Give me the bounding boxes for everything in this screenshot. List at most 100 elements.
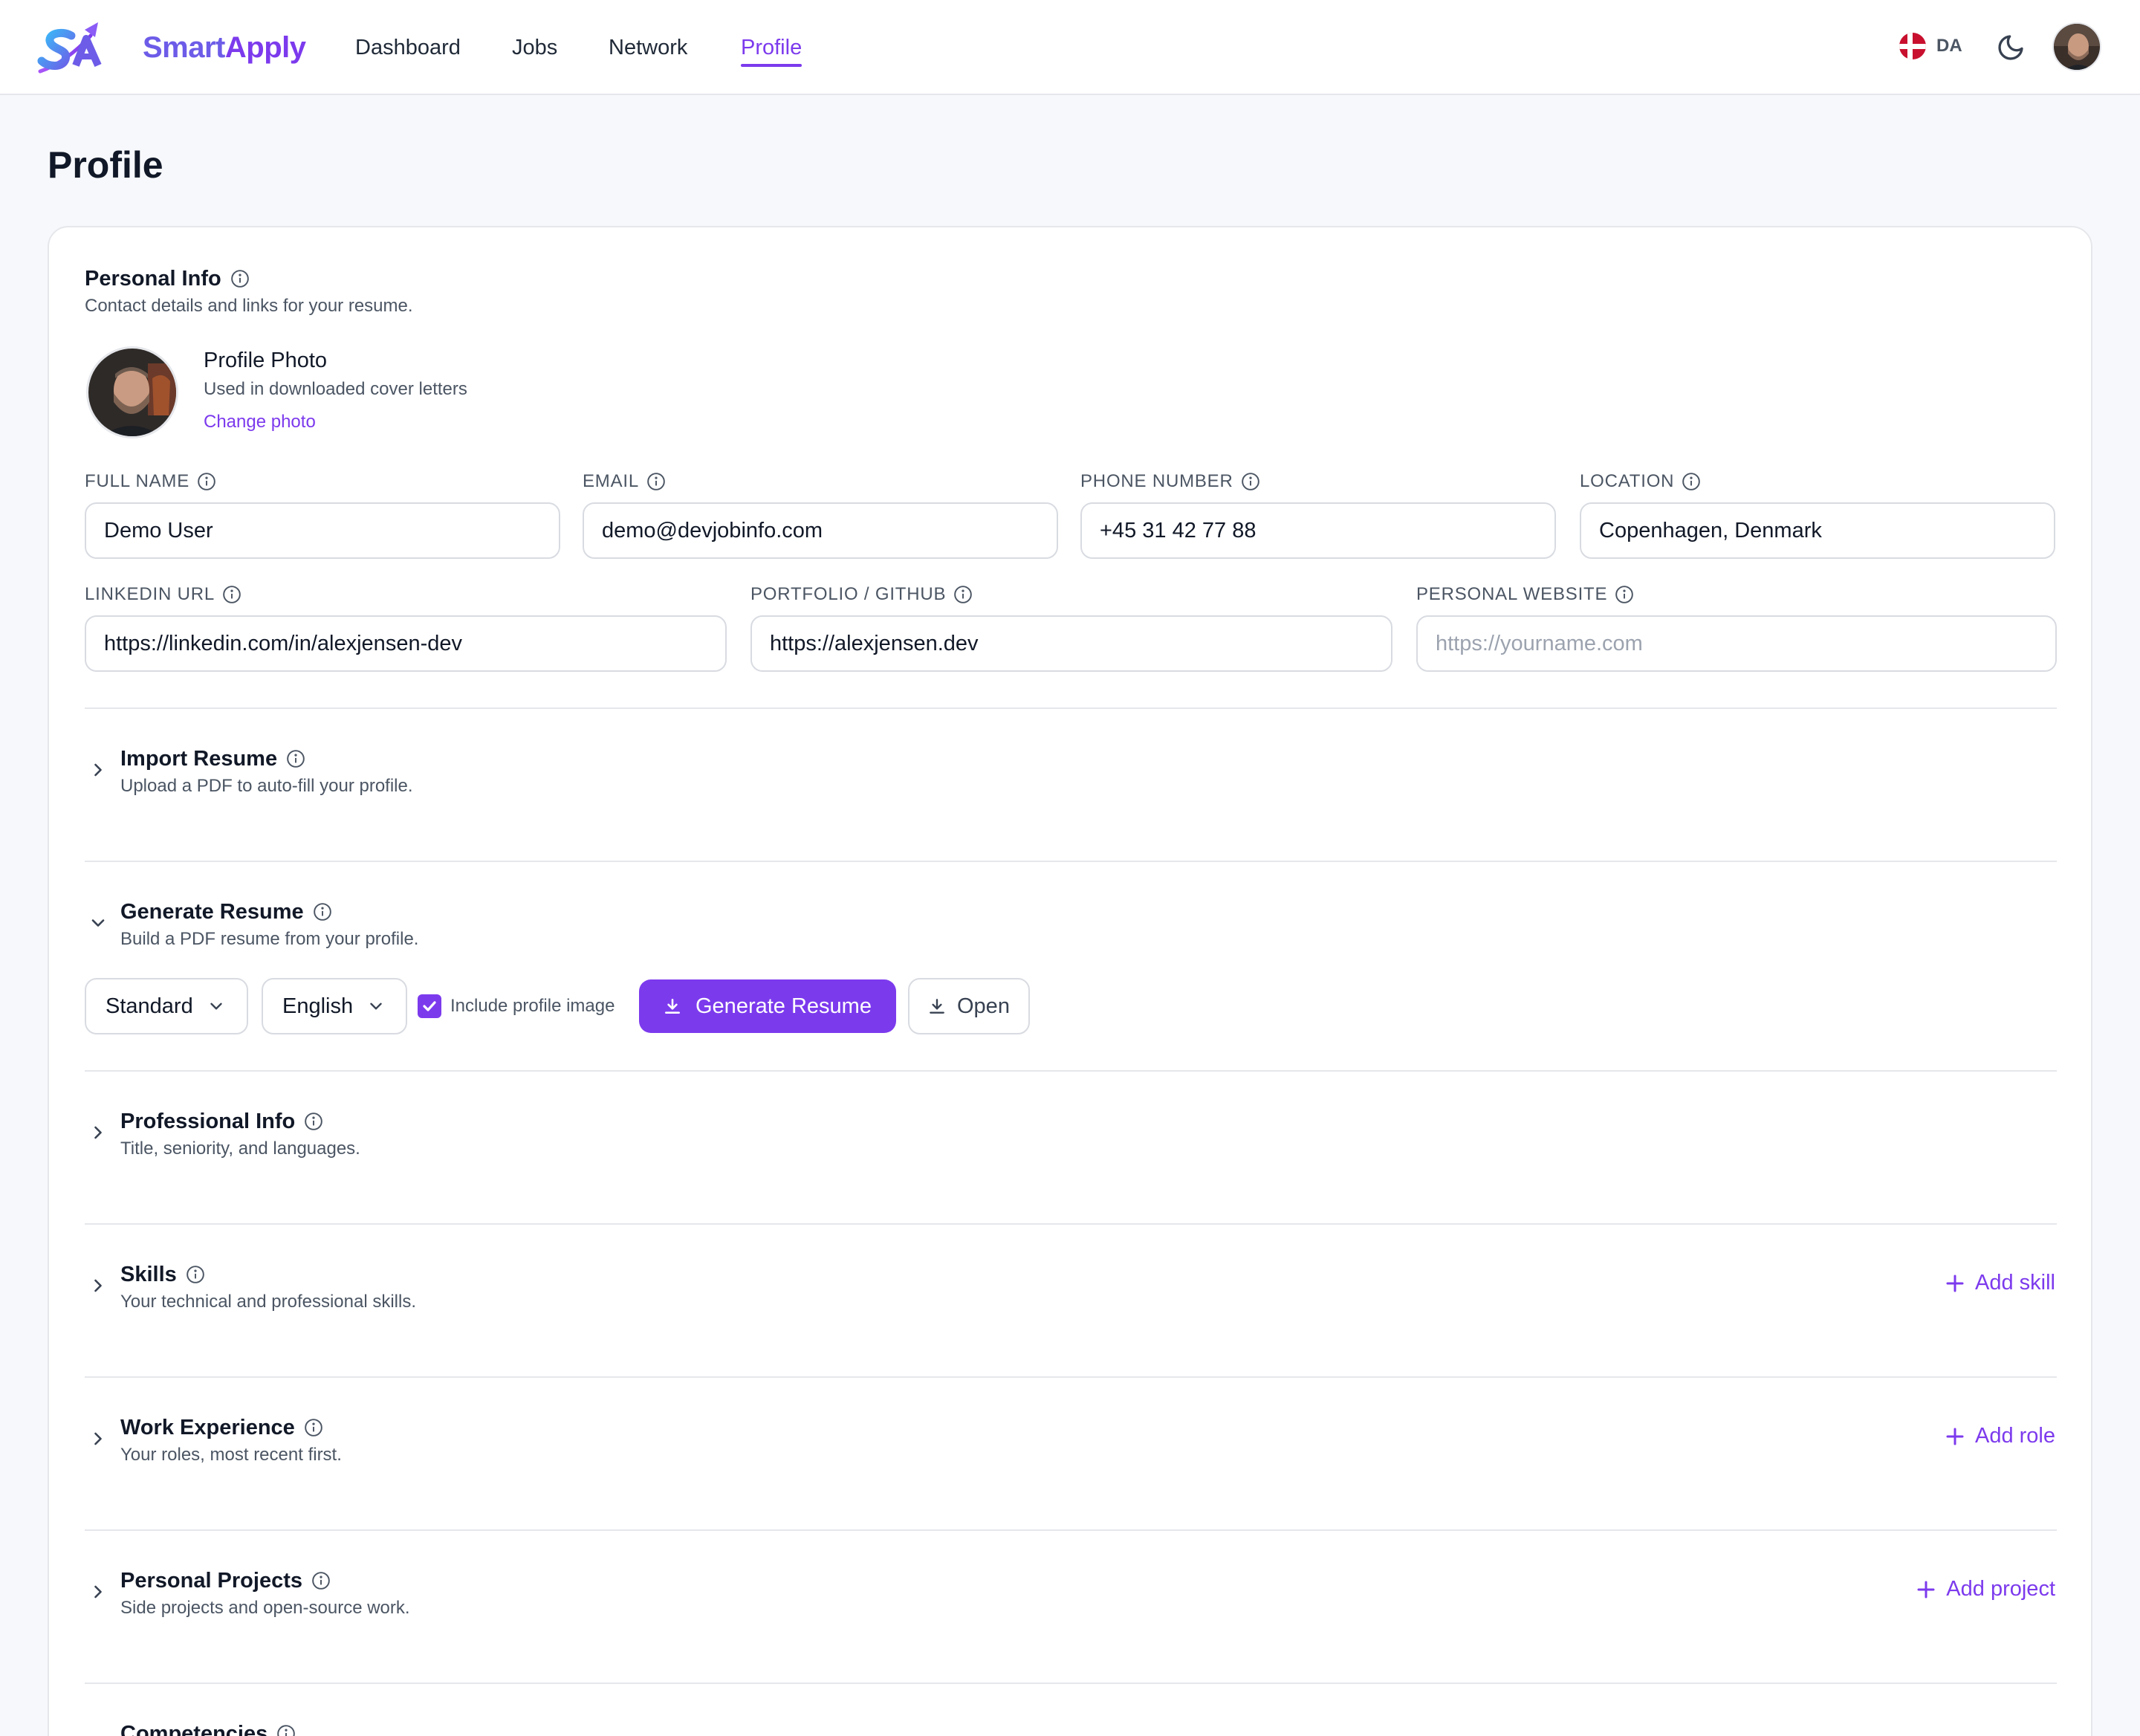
phone-input[interactable]	[1080, 502, 1556, 559]
info-icon[interactable]	[276, 1724, 296, 1736]
add-project-label: Add project	[1946, 1577, 2055, 1601]
full-name-label: FULL NAME	[85, 470, 216, 493]
open-resume-button[interactable]: Open	[908, 978, 1030, 1034]
professional-info-subtitle: Title, seniority, and languages.	[120, 1139, 360, 1159]
check-icon	[423, 1001, 436, 1011]
linkedin-input[interactable]	[85, 615, 727, 672]
moon-icon[interactable]	[1996, 33, 2026, 62]
add-skill-button[interactable]: Add skill	[1944, 1271, 2055, 1295]
info-icon[interactable]	[1241, 472, 1260, 491]
work-experience-title[interactable]: Work Experience	[120, 1413, 323, 1442]
competencies-title-text: Competencies	[120, 1722, 268, 1736]
chevron-down-icon	[210, 1003, 222, 1010]
website-input[interactable]	[1416, 615, 2057, 672]
nav-network[interactable]: Network	[609, 33, 687, 62]
add-project-button[interactable]: Add project	[1915, 1577, 2055, 1601]
nav-dashboard[interactable]: Dashboard	[355, 33, 461, 62]
portfolio-input[interactable]	[750, 615, 1392, 672]
info-icon[interactable]	[304, 1112, 323, 1131]
info-icon[interactable]	[1682, 472, 1701, 491]
profile-card: Personal Info Contact details and links …	[48, 226, 2092, 1736]
info-icon[interactable]	[646, 472, 666, 491]
website-label-text: PERSONAL WEBSITE	[1416, 584, 1608, 604]
add-skill-label: Add skill	[1975, 1271, 2055, 1295]
plus-icon	[1917, 1581, 1935, 1598]
top-navbar: SmartApply Dashboard Jobs Network Profil…	[0, 0, 2140, 95]
info-icon[interactable]	[1615, 585, 1634, 604]
chevron-right-icon[interactable]	[88, 1122, 108, 1143]
full-name-label-text: FULL NAME	[85, 471, 190, 491]
generate-resume-button-label: Generate Resume	[696, 994, 872, 1018]
chevron-right-icon[interactable]	[88, 1275, 108, 1296]
chevron-right-icon[interactable]	[88, 1428, 108, 1449]
info-icon[interactable]	[953, 585, 973, 604]
chevron-right-icon[interactable]	[88, 760, 108, 780]
include-image-label[interactable]: Include profile image	[450, 994, 615, 1018]
competencies-title[interactable]: Competencies	[120, 1720, 296, 1736]
generate-resume-title[interactable]: Generate Resume	[120, 898, 332, 926]
language-switcher[interactable]: DA	[1899, 33, 1962, 59]
full-name-input[interactable]	[85, 502, 560, 559]
include-image-checkbox[interactable]	[418, 994, 441, 1018]
info-icon[interactable]	[304, 1418, 323, 1437]
work-experience-title-text: Work Experience	[120, 1416, 295, 1439]
personal-info-title: Personal Info	[85, 265, 250, 293]
website-label: PERSONAL WEBSITE	[1416, 583, 1634, 606]
phone-label-text: PHONE NUMBER	[1080, 471, 1233, 491]
info-icon[interactable]	[186, 1265, 205, 1284]
info-icon[interactable]	[230, 269, 250, 288]
page-title: Profile	[48, 144, 163, 186]
linkedin-label: LINKEDIN URL	[85, 583, 241, 606]
email-input[interactable]	[583, 502, 1058, 559]
info-icon[interactable]	[197, 472, 216, 491]
denmark-flag-icon	[1899, 33, 1926, 59]
import-resume-title[interactable]: Import Resume	[120, 745, 305, 773]
resume-language-select[interactable]: English	[262, 978, 407, 1034]
chevron-right-icon[interactable]	[88, 1581, 108, 1602]
location-label: LOCATION	[1580, 470, 1701, 493]
info-icon[interactable]	[222, 585, 241, 604]
personal-projects-title-text: Personal Projects	[120, 1569, 302, 1593]
personal-info-subtitle: Contact details and links for your resum…	[85, 296, 413, 316]
chevron-down-icon	[370, 1003, 382, 1010]
skills-subtitle: Your technical and professional skills.	[120, 1292, 417, 1312]
smartapply-logo-icon[interactable]	[36, 19, 125, 76]
import-resume-subtitle: Upload a PDF to auto-fill your profile.	[120, 776, 413, 796]
resume-language-value: English	[282, 994, 354, 1018]
download-icon	[930, 999, 944, 1014]
template-select-value: Standard	[106, 994, 193, 1018]
profile-photo-image-icon	[88, 349, 176, 436]
work-experience-subtitle: Your roles, most recent first.	[120, 1445, 342, 1465]
portfolio-label: PORTFOLIO / GITHUB	[750, 583, 973, 606]
add-role-button[interactable]: Add role	[1944, 1424, 2055, 1448]
brand-name-part2: Apply	[224, 31, 306, 64]
nav-profile[interactable]: Profile	[741, 33, 802, 67]
generate-resume-button[interactable]: Generate Resume	[639, 979, 896, 1033]
change-photo-link[interactable]: Change photo	[204, 410, 316, 434]
profile-photo-title: Profile Photo	[204, 349, 328, 372]
section-divider	[85, 707, 2057, 709]
professional-info-title[interactable]: Professional Info	[120, 1107, 323, 1136]
info-icon[interactable]	[311, 1571, 331, 1590]
chevron-down-icon[interactable]	[88, 913, 108, 933]
template-select[interactable]: Standard	[85, 978, 248, 1034]
portfolio-label-text: PORTFOLIO / GITHUB	[750, 584, 947, 604]
add-role-label: Add role	[1974, 1424, 2055, 1448]
profile-photo-subtitle: Used in downloaded cover letters	[204, 379, 467, 399]
profile-photo[interactable]	[86, 346, 178, 438]
nav-jobs[interactable]: Jobs	[512, 33, 557, 62]
brand-name-part1: Smart	[143, 31, 225, 64]
user-avatar[interactable]	[2052, 22, 2101, 71]
skills-title[interactable]: Skills	[120, 1260, 205, 1289]
personal-projects-subtitle: Side projects and open-source work.	[120, 1598, 410, 1618]
info-icon[interactable]	[286, 749, 305, 768]
section-divider	[85, 861, 2057, 862]
import-resume-title-text: Import Resume	[120, 747, 278, 771]
location-input[interactable]	[1580, 502, 2055, 559]
info-icon[interactable]	[313, 902, 332, 922]
section-divider	[85, 1376, 2057, 1378]
brand-name[interactable]: SmartApply	[143, 28, 306, 67]
download-icon	[665, 999, 680, 1014]
personal-projects-title[interactable]: Personal Projects	[120, 1567, 331, 1595]
professional-info-title-text: Professional Info	[120, 1110, 296, 1133]
